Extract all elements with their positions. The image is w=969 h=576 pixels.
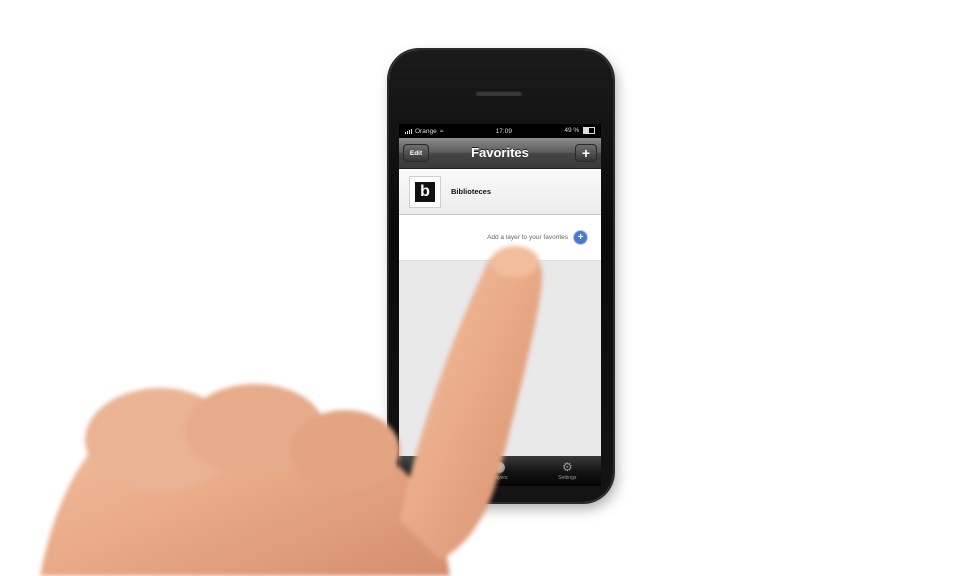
- tab-bar: ★ Favorites Layers ⚙ Settings: [399, 456, 601, 486]
- logo-letter: b: [415, 181, 435, 202]
- tab-favorites[interactable]: ★ Favorites: [399, 456, 467, 486]
- tab-label: Layers: [492, 474, 508, 481]
- navigation-bar: Edit Favorites +: [399, 138, 601, 169]
- earpiece-speaker: [475, 90, 523, 96]
- battery-percent: 49 %: [564, 127, 580, 135]
- carrier-label: Orange: [415, 127, 437, 135]
- gear-icon: ⚙: [561, 460, 573, 474]
- star-icon: ★: [427, 460, 439, 474]
- list-empty-area: [399, 261, 601, 456]
- favorite-item-biblioteces[interactable]: b Biblioteces: [399, 169, 601, 215]
- page-title: Favorites: [471, 145, 529, 160]
- tab-layers[interactable]: Layers: [466, 456, 533, 486]
- add-favorite-label: Add a layer to your favorites: [487, 234, 568, 241]
- battery-icon: [583, 127, 595, 135]
- signal-icon: [405, 128, 412, 134]
- video-frame: Orange ≈ 17:09 49 % Edit Favorites + b B…: [0, 0, 969, 576]
- tab-label: Settings: [558, 475, 577, 481]
- globe-icon: [494, 461, 506, 473]
- add-button[interactable]: +: [575, 144, 597, 162]
- status-time: 17:09: [495, 127, 512, 135]
- wifi-icon: ≈: [439, 127, 444, 135]
- layer-logo-icon: b: [409, 175, 441, 208]
- iphone-device: Orange ≈ 17:09 49 % Edit Favorites + b B…: [389, 50, 613, 502]
- battery-status: 49 %: [564, 127, 595, 135]
- app-screen: Orange ≈ 17:09 49 % Edit Favorites + b B…: [399, 124, 601, 486]
- favorite-item-label: Biblioteces: [451, 187, 492, 196]
- status-left: Orange ≈: [405, 128, 443, 135]
- status-bar: Orange ≈ 17:09 49 %: [399, 124, 601, 138]
- add-favorite-row[interactable]: Add a layer to your favorites +: [399, 215, 601, 261]
- tab-label: Favorites: [422, 475, 443, 481]
- tab-settings[interactable]: ⚙ Settings: [534, 456, 601, 486]
- plus-circle-icon[interactable]: +: [574, 231, 587, 244]
